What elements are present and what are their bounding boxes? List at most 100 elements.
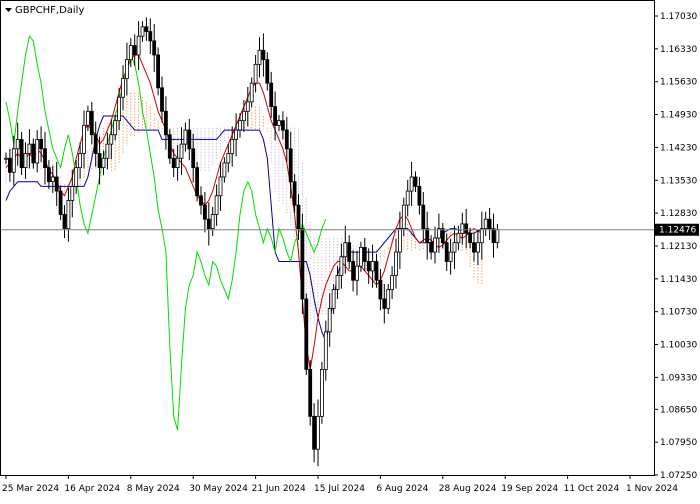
candle-body — [175, 157, 180, 169]
candle-body — [4, 157, 8, 160]
chart-root: 1.17030 1.16330 1.15630 1.14930 1.14230 1.135… — [0, 0, 700, 500]
candle-body — [163, 110, 168, 136]
candle-body — [487, 218, 492, 230]
y-tick-label: 1.14230 — [660, 143, 697, 153]
candle-body — [362, 246, 367, 262]
y-tick-label: 1.15630 — [660, 78, 697, 88]
candle-body — [319, 369, 324, 417]
candle-body — [468, 232, 473, 244]
candle-body — [7, 157, 12, 173]
candle-body — [199, 195, 203, 206]
y-tick-label: 1.09330 — [660, 373, 697, 383]
candle-body — [226, 153, 231, 164]
candle-body — [417, 185, 422, 206]
x-tick-label: 1 Nov 2024 — [626, 484, 678, 494]
candle-body — [475, 242, 480, 253]
x-tick-label: 8 May 2024 — [127, 484, 180, 494]
candle-body — [401, 204, 406, 230]
candle-body — [452, 242, 457, 253]
candle-body — [460, 223, 465, 234]
y-tick-label: 1.10030 — [660, 341, 697, 351]
candle-body — [409, 176, 414, 192]
candle-body — [187, 129, 192, 150]
candle-body — [179, 143, 184, 159]
candle-body — [218, 176, 223, 197]
y-tick-label: 1.10730 — [660, 308, 697, 318]
candle-body — [54, 176, 59, 192]
candle-body — [483, 218, 488, 230]
candle-body — [140, 26, 145, 37]
candle-body — [105, 143, 110, 159]
x-tick-label: 6 Aug 2024 — [376, 484, 428, 494]
candle-body — [245, 101, 250, 112]
candle-body — [491, 228, 496, 244]
candle-body — [358, 246, 363, 267]
candle-body — [125, 59, 129, 79]
candle-body — [308, 369, 313, 417]
candle-body — [495, 229, 500, 244]
candle-body — [277, 120, 281, 126]
candle-body — [249, 82, 254, 103]
candle-body — [265, 59, 270, 84]
candle-body — [464, 223, 469, 234]
candle-body — [335, 275, 340, 291]
candle-body — [74, 167, 79, 187]
candle-body — [355, 265, 359, 281]
candle-body — [425, 228, 430, 244]
candle-body — [370, 261, 375, 272]
y-tick-label: 1.13530 — [660, 176, 697, 186]
candle-body — [382, 298, 387, 309]
y-tick-label: 1.08650 — [660, 405, 697, 415]
chart-title: GBPCHF,Daily — [15, 5, 84, 16]
candle-body — [128, 45, 133, 61]
candle-body — [93, 134, 98, 154]
candle-body — [366, 261, 371, 272]
candle-body — [101, 157, 106, 169]
candle-body — [280, 120, 285, 131]
candle-body — [351, 261, 356, 281]
candle-body — [253, 63, 258, 84]
candle-body — [296, 204, 301, 230]
y-tick-label: 1.12130 — [660, 242, 697, 252]
candle-body — [183, 129, 188, 145]
candle-body — [47, 167, 51, 183]
candle-body — [397, 228, 402, 253]
candle-body — [117, 96, 121, 122]
candle-body — [109, 134, 114, 145]
x-tick-label: 16 Apr 2024 — [64, 484, 120, 494]
x-tick-label: 19 Sep 2024 — [501, 484, 558, 494]
candle-body — [97, 153, 102, 169]
candle-body — [304, 298, 309, 370]
candle-body — [11, 148, 16, 173]
candle-body — [15, 139, 20, 150]
candle-body — [66, 200, 71, 230]
candle-body — [191, 148, 196, 169]
x-tick-label: 15 Jul 2024 — [314, 484, 365, 494]
candle-body — [421, 204, 426, 230]
y-tick-label: 1.12830 — [660, 209, 697, 219]
y-tick-label: 1.14930 — [660, 111, 697, 121]
candle-body — [234, 129, 239, 140]
candle-body — [230, 139, 235, 154]
candle-body — [386, 289, 391, 309]
candle-body — [206, 218, 211, 230]
candle-body — [210, 214, 215, 230]
candle-body — [394, 251, 398, 276]
candle-body — [444, 242, 449, 262]
y-tick-label: 1.07950 — [660, 438, 697, 448]
candle-body — [89, 110, 94, 136]
candle-body — [31, 143, 36, 164]
x-tick-label: 21 Jun 2024 — [252, 484, 306, 494]
candle-body — [440, 228, 445, 244]
candle-body — [472, 242, 476, 253]
chart-title-group[interactable]: GBPCHF,Daily — [5, 5, 84, 16]
candle-body — [261, 49, 266, 61]
candle-body — [86, 110, 90, 126]
candle-body — [156, 54, 161, 89]
candle-body — [148, 31, 153, 42]
candle-body — [121, 78, 125, 98]
candle-body — [429, 242, 434, 253]
candle-body — [312, 415, 317, 450]
candle-body — [413, 176, 418, 187]
y-axis: 1.17030 1.16330 1.15630 1.14930 1.14230 1.135… — [654, 12, 699, 481]
